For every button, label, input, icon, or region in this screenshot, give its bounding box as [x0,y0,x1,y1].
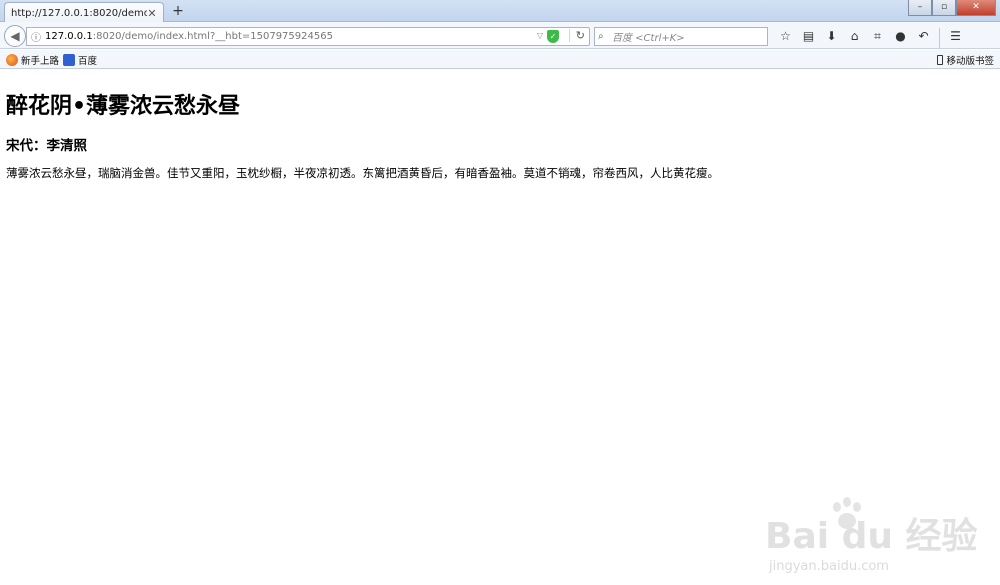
download-icon[interactable]: ⬇ [820,26,843,46]
window-controls: – ▫ ✕ [908,0,996,16]
home-icon[interactable]: ⌂ [843,26,866,46]
navigation-bar: ◀ ⓘ 127.0.0.1:8020/demo/index.html?__hbt… [0,22,1000,49]
bookmark-firefox[interactable]: 新手上路 [6,53,59,67]
search-bar[interactable]: ⌕ 百度 <Ctrl+K> [594,27,768,46]
bookmark-baidu[interactable]: 百度 [63,53,97,67]
info-icon[interactable]: ⓘ [31,29,45,44]
poem-author: 宋代：李清照 [6,138,87,154]
browser-tab[interactable]: http://127.0.0.1:8020/demo/in ✕ [4,2,164,23]
url-host: 127.0.0.1 [45,31,93,42]
chat-icon[interactable]: ● [889,26,912,46]
bookmark-label: 百度 [78,56,98,67]
search-icon: ⌕ [598,31,604,42]
toolbar-separator [939,28,940,48]
page-content: 醉花阴•薄雾浓云愁永昼 宋代：李清照 薄雾浓云愁永昼，瑞脑消金兽。佳节又重阳，玉… [0,70,1000,574]
mobile-bookmarks-label: 移动版书签 [946,56,994,67]
search-placeholder: 百度 <Ctrl+K> [612,33,685,44]
star-icon[interactable]: ☆ [774,26,797,46]
poem-body: 薄雾浓云愁永昼，瑞脑消金兽。佳节又重阳，玉枕纱橱，半夜凉初透。东篱把酒黄昏后，有… [6,166,719,180]
baidu-watermark: Bai du 经验 jingyan.baidu.com [765,495,995,585]
title-bar: http://127.0.0.1:8020/demo/in ✕ + – ▫ ✕ [0,0,1000,23]
menu-icon[interactable]: ☰ [944,26,967,46]
undo-icon[interactable]: ↶ [912,26,935,46]
tab-title: http://127.0.0.1:8020/demo/in [11,7,147,19]
back-button[interactable]: ◀ [4,25,26,47]
bookmark-label: 新手上路 [21,56,60,67]
url-bar[interactable]: ⓘ 127.0.0.1:8020/demo/index.html?__hbt=1… [26,27,590,46]
crop-icon[interactable]: ⌗ [866,26,889,46]
minimize-icon[interactable]: – [908,0,932,16]
shield-icon[interactable]: ✓ [547,30,559,43]
firefox-icon [6,54,18,66]
tab-close-icon[interactable]: ✕ [147,7,157,20]
toolbar-icons: ☆ ▤ ⬇ ⌂ ⌗ ● ↶ ☰ [774,26,967,50]
baidu-icon [63,54,75,66]
bookmarks-bar: 新手上路 百度 移动版书签 [0,50,1000,69]
mobile-icon [937,55,944,65]
reload-icon[interactable]: ↻ [568,29,585,42]
close-window-icon[interactable]: ✕ [956,0,996,16]
watermark-sub: jingyan.baidu.com [769,559,889,574]
url-path: :8020/demo/index.html?__hbt=150797592456… [92,31,333,42]
poem-title: 醉花阴•薄雾浓云愁永昼 [6,94,241,119]
maximize-icon[interactable]: ▫ [932,0,956,16]
reading-list-icon[interactable]: ▤ [797,26,820,46]
url-dropdown-icon[interactable]: ▽ [537,31,543,40]
mobile-bookmarks[interactable]: 移动版书签 [937,53,994,67]
watermark-main: Bai du 经验 [765,516,978,557]
new-tab-button[interactable]: + [170,3,186,19]
